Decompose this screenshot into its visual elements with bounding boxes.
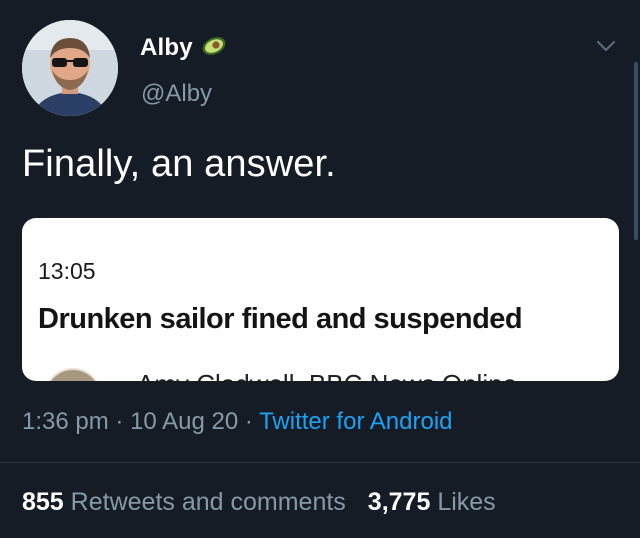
avocado-icon	[201, 36, 227, 61]
tweet-date: 10 Aug 20	[130, 408, 239, 435]
tweet-source-link[interactable]: Twitter for Android	[259, 408, 452, 435]
divider	[0, 462, 640, 463]
tweet: Alby @Alby Finally, an answer. 13:05 Dru…	[0, 0, 640, 538]
embedded-image-card[interactable]: 13:05 Drunken sailor fined and suspended…	[22, 218, 619, 381]
likes-stat[interactable]: 3,775 Likes	[368, 488, 496, 516]
card-author-avatar	[44, 368, 102, 381]
display-name[interactable]: Alby	[140, 34, 193, 62]
avatar[interactable]	[22, 20, 118, 116]
author-name-row[interactable]: Alby	[140, 34, 227, 62]
tweet-stats: 855 Retweets and comments 3,775 Likes	[22, 488, 496, 517]
card-headline: Drunken sailor fined and suspended	[38, 303, 523, 335]
tweet-time: 1:36 pm	[22, 408, 109, 435]
likes-label: Likes	[437, 488, 496, 516]
scrollbar[interactable]	[634, 62, 638, 240]
retweets-stat[interactable]: 855 Retweets and comments	[22, 488, 346, 516]
author-handle[interactable]: @Alby	[141, 80, 212, 108]
card-time: 13:05	[38, 258, 96, 284]
retweets-label: Retweets and comments	[70, 488, 346, 516]
meta-separator: ·	[115, 408, 124, 435]
meta-separator: ·	[244, 408, 253, 435]
chevron-down-icon[interactable]	[594, 36, 618, 56]
tweet-meta: 1:36 pm · 10 Aug 20 · Twitter for Androi…	[22, 408, 453, 436]
card-byline: Amy Cladwell, BBC News Online	[137, 369, 517, 381]
likes-count: 3,775	[367, 488, 431, 516]
avatar-photo	[22, 20, 118, 116]
retweets-count: 855	[22, 488, 64, 516]
tweet-text: Finally, an answer.	[22, 143, 336, 185]
